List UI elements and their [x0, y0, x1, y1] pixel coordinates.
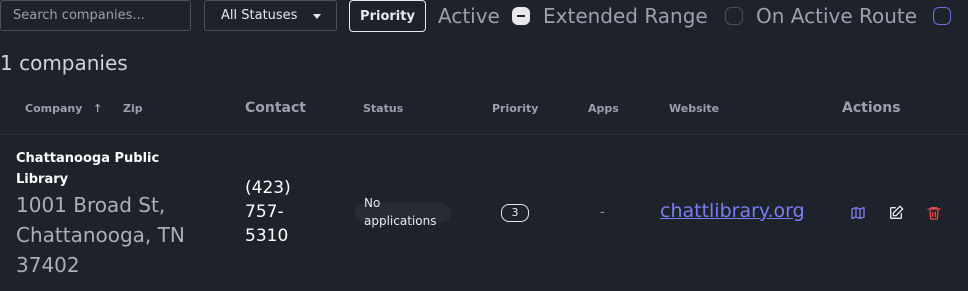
search-input[interactable]: [0, 0, 191, 31]
column-header-contact[interactable]: Contact: [245, 101, 306, 115]
contact-phone: (423) 757-5310: [245, 178, 291, 246]
column-header-apps[interactable]: Apps: [588, 102, 619, 116]
filter-active-label: Active: [438, 4, 500, 28]
chevron-down-icon: [313, 14, 321, 19]
sort-ascending-icon[interactable]: ↑: [93, 102, 102, 116]
column-header-actions: Actions: [842, 100, 901, 116]
results-count: 1 companies: [0, 51, 128, 75]
status-filter-value: All Statuses: [221, 8, 298, 23]
status-text: No applications: [364, 196, 437, 228]
column-header-company[interactable]: Company: [25, 102, 82, 116]
map-icon[interactable]: [849, 204, 867, 222]
website-link[interactable]: chattlibrary.org: [660, 198, 810, 224]
column-header-zip[interactable]: Zip: [123, 102, 143, 116]
filter-extended-range-checkbox[interactable]: [725, 7, 743, 25]
priority-sort-button[interactable]: Priority: [349, 0, 426, 32]
status-filter-select[interactable]: All Statuses: [204, 0, 337, 31]
apps-count: -: [600, 205, 605, 220]
edit-icon[interactable]: [887, 204, 905, 222]
filter-on-active-route-checkbox[interactable]: [933, 7, 951, 25]
column-header-priority[interactable]: Priority: [492, 102, 538, 116]
company-address: 1001 Broad St, Chattanooga, TN 37402: [16, 193, 185, 277]
trash-icon[interactable]: [925, 204, 943, 222]
header-divider: [0, 134, 968, 135]
filter-on-active-route-label: On Active Route: [756, 4, 918, 28]
company-name: Chattanooga Public Library: [16, 151, 160, 187]
column-header-website[interactable]: Website: [669, 102, 719, 116]
priority-badge: 3: [501, 204, 529, 222]
filter-active-checkbox[interactable]: [512, 7, 530, 25]
column-header-status[interactable]: Status: [363, 102, 403, 116]
filter-extended-range-label: Extended Range: [543, 4, 708, 28]
